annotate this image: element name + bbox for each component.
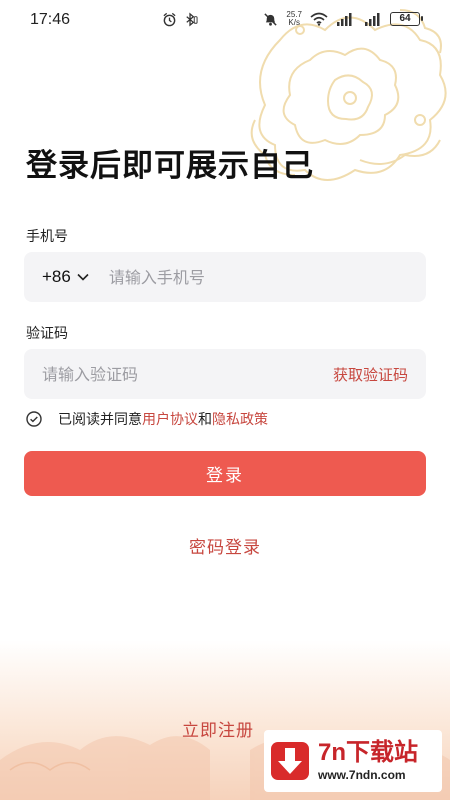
watermark: 7n下载站 www.7ndn.com	[264, 730, 442, 792]
register-link[interactable]: 立即注册	[182, 716, 254, 741]
login-button[interactable]: 登录	[24, 451, 426, 496]
download-logo-icon	[271, 742, 309, 780]
status-time: 17:46	[30, 11, 71, 28]
country-code-selector[interactable]: +86	[24, 267, 89, 287]
code-label: 验证码	[26, 326, 68, 342]
phone-input[interactable]	[108, 267, 369, 287]
page-title: 登录后即可展示自己	[26, 148, 314, 184]
status-bar: 17:46	[0, 0, 450, 40]
agreement-and: 和	[198, 412, 212, 428]
watermark-title: 7n下载站	[318, 739, 419, 766]
privacy-policy-link[interactable]: 隐私政策	[212, 409, 268, 429]
phone-input-group: +86	[24, 252, 426, 302]
code-input[interactable]	[42, 364, 292, 384]
watermark-url: www.7ndn.com	[318, 768, 406, 782]
agree-checkbox-icon[interactable]	[26, 411, 42, 427]
country-code-value: +86	[42, 267, 71, 286]
password-login-link[interactable]: 密码登录	[0, 533, 450, 558]
agreement-prefix: 已阅读并同意	[58, 412, 142, 428]
get-code-button[interactable]: 获取验证码	[333, 364, 408, 385]
agreement-row: 已阅读并同意 用户协议 和 隐私政策	[26, 409, 268, 429]
phone-label: 手机号	[26, 229, 68, 245]
login-screen: 17:46 25.7 K/s 64 登录后即可展示自己 手机号 +86 验证码 …	[0, 0, 450, 800]
code-input-group: 获取验证码	[24, 349, 426, 399]
watermark-text: 7n下载站 www.7ndn.com	[318, 739, 418, 783]
chevron-down-icon	[77, 273, 89, 281]
user-agreement-link[interactable]: 用户协议	[142, 409, 198, 429]
